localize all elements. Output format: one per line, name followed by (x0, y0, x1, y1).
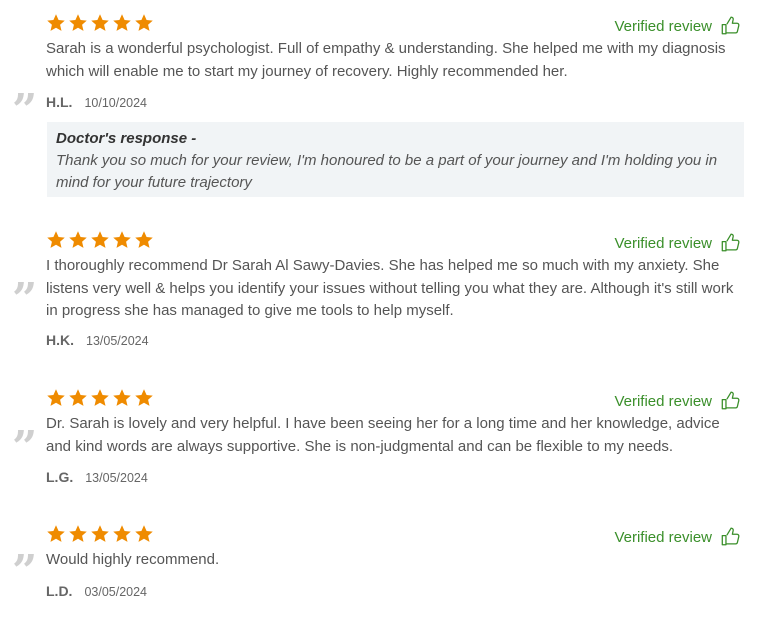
review-text: Would highly recommend. (46, 551, 220, 568)
author-initials: L.D. (46, 583, 73, 599)
rating-stars (46, 524, 154, 544)
star-icon (68, 13, 88, 33)
author-initials: H.L. (46, 94, 73, 110)
verified-review-badge: Verified review (614, 15, 742, 37)
verified-review-badge: Verified review (614, 390, 742, 412)
star-icon (46, 388, 66, 408)
verified-label: Verified review (614, 234, 712, 252)
review-text: I thoroughly recommend Dr Sarah Al Sawy-… (46, 257, 734, 320)
thumbs-up-icon (720, 15, 742, 37)
star-icon (46, 524, 66, 544)
quote-mark-icon: ” (12, 422, 38, 473)
star-icon (68, 388, 88, 408)
star-icon (90, 388, 110, 408)
review-author: L.D. 03/05/2024 (46, 583, 147, 599)
star-icon (134, 13, 154, 33)
star-icon (134, 388, 154, 408)
verified-review-badge: Verified review (614, 232, 742, 254)
star-icon (134, 524, 154, 544)
review-date: 10/10/2024 (84, 96, 148, 110)
star-icon (46, 13, 66, 33)
star-icon (90, 524, 110, 544)
star-icon (112, 388, 132, 408)
thumbs-up-icon (720, 390, 742, 412)
response-title: Doctor's response - (56, 130, 197, 147)
rating-stars (46, 388, 154, 408)
review-text: Sarah is a wonderful psychologist. Full … (46, 40, 726, 80)
star-icon (68, 230, 88, 250)
star-icon (46, 230, 66, 250)
review-date: 13/05/2024 (85, 471, 148, 485)
star-icon (90, 230, 110, 250)
review-author: L.G. 13/05/2024 (46, 469, 148, 485)
star-icon (112, 13, 132, 33)
rating-stars (46, 13, 154, 33)
quote-mark-icon: ” (12, 274, 38, 325)
verified-review-badge: Verified review (614, 526, 742, 548)
review-date: 13/05/2024 (86, 334, 149, 348)
response-text: Thank you so much for your review, I'm h… (56, 152, 718, 191)
star-icon (90, 13, 110, 33)
star-icon (112, 524, 132, 544)
review-author: H.L. 10/10/2024 (46, 94, 147, 110)
verified-label: Verified review (614, 392, 712, 410)
author-initials: L.G. (46, 469, 74, 485)
review-date: 03/05/2024 (84, 585, 148, 599)
review-author: H.K. 13/05/2024 (46, 332, 149, 348)
quote-mark-icon: ” (12, 85, 38, 136)
thumbs-up-icon (720, 232, 742, 254)
thumbs-up-icon (720, 526, 742, 548)
verified-label: Verified review (614, 17, 712, 35)
rating-stars (46, 230, 154, 250)
quote-mark-icon: ” (12, 546, 38, 597)
review-text: Dr. Sarah is lovely and very helpful. I … (46, 415, 720, 455)
verified-label: Verified review (614, 528, 712, 546)
author-initials: H.K. (46, 332, 74, 348)
star-icon (112, 230, 132, 250)
star-icon (134, 230, 154, 250)
star-icon (68, 524, 88, 544)
doctor-response: Doctor's response - Thank you so much fo… (47, 122, 744, 197)
